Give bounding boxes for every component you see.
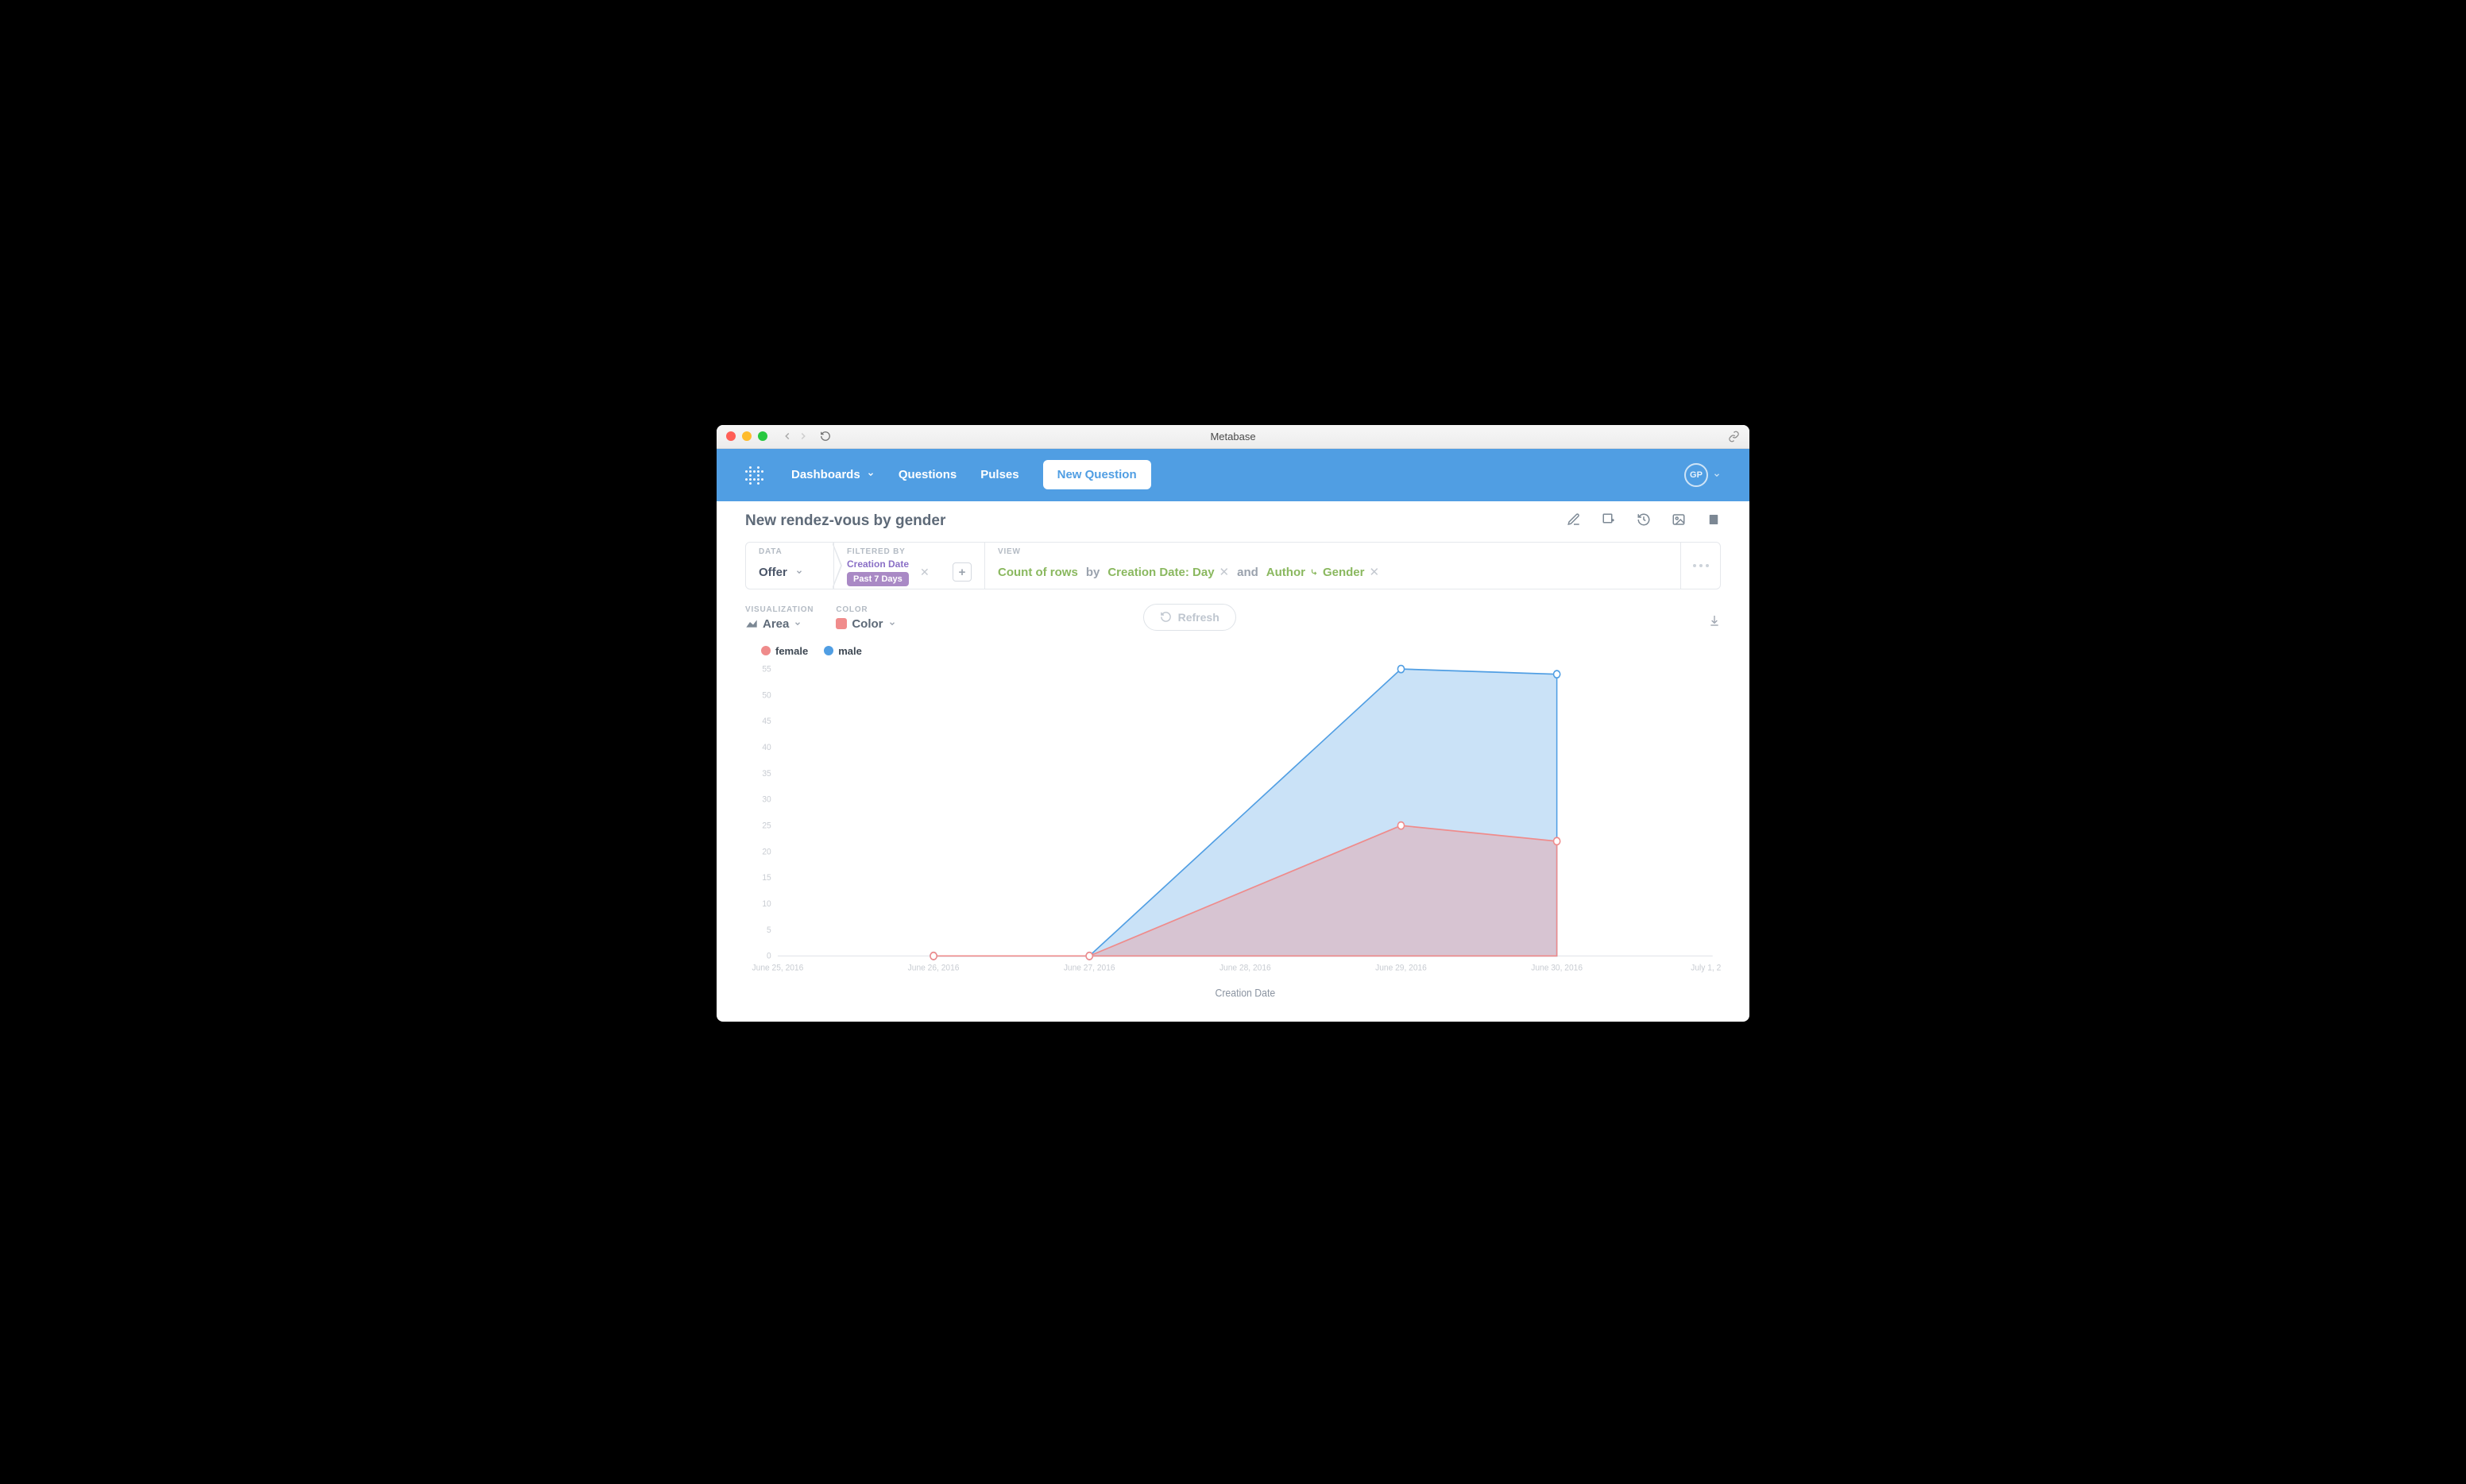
- svg-text:40: 40: [762, 742, 771, 752]
- close-window-icon[interactable]: [726, 431, 736, 441]
- breakout-1-pill[interactable]: Creation Date: Day ✕: [1107, 565, 1229, 579]
- history-icon[interactable]: [1637, 512, 1651, 531]
- svg-text:June 26, 2016: June 26, 2016: [908, 963, 960, 973]
- edit-icon[interactable]: [1567, 512, 1581, 531]
- page-title: New rendez-vous by gender: [745, 512, 945, 530]
- remove-filter-icon[interactable]: ✕: [920, 566, 930, 579]
- query-editor: DATA Offer FILTERED BY Creation Date Pas…: [745, 542, 1721, 589]
- legend-item-male[interactable]: male: [824, 645, 862, 657]
- view-label: VIEW: [998, 547, 1668, 556]
- data-label: DATA: [759, 547, 821, 556]
- remove-breakout-icon[interactable]: ✕: [1219, 565, 1230, 579]
- refresh-icon: [1160, 611, 1172, 623]
- color-value: Color: [852, 617, 883, 631]
- visualization-picker[interactable]: VISUALIZATION Area: [745, 605, 814, 631]
- filter-field-name: Creation Date: [847, 558, 909, 570]
- query-more-menu[interactable]: [1680, 543, 1720, 589]
- visualization-value: Area: [763, 617, 789, 631]
- area-chart-icon: [745, 619, 758, 628]
- data-reference-icon[interactable]: [1706, 512, 1721, 531]
- nav-pulses[interactable]: Pulses: [980, 468, 1018, 481]
- svg-text:20: 20: [762, 846, 771, 856]
- svg-text:June 27, 2016: June 27, 2016: [1064, 963, 1115, 973]
- aggregation-pill[interactable]: Count of rows: [998, 566, 1078, 579]
- chevron-down-icon: [795, 568, 803, 576]
- browser-reload-icon[interactable]: [820, 431, 831, 442]
- svg-text:10: 10: [762, 899, 771, 909]
- chart-plot: 0 5 10 15 20 25 30 35 40 45 50 55 June 25, 2016 June …: [745, 662, 1721, 1006]
- image-icon[interactable]: [1672, 512, 1686, 531]
- svg-text:50: 50: [762, 690, 771, 700]
- legend-item-female[interactable]: female: [761, 645, 808, 657]
- add-to-dashboard-icon[interactable]: [1602, 512, 1616, 531]
- mac-titlebar: Metabase: [717, 425, 1749, 449]
- avatar: GP: [1684, 463, 1708, 487]
- svg-text:55: 55: [762, 664, 771, 674]
- svg-text:July 1, 2016: July 1, 2016: [1691, 963, 1721, 973]
- svg-text:15: 15: [762, 872, 771, 883]
- browser-forward-icon[interactable]: [798, 431, 809, 442]
- and-word: and: [1237, 566, 1258, 579]
- color-swatch-icon: [836, 618, 847, 629]
- breakout-2-pill[interactable]: Author Gender ✕: [1266, 565, 1379, 579]
- svg-text:June 28, 2016: June 28, 2016: [1219, 963, 1271, 973]
- nav-dashboards[interactable]: Dashboards: [791, 468, 875, 481]
- filter-section: FILTERED BY Creation Date Past 7 Days ✕ …: [833, 543, 984, 589]
- remove-breakout-icon[interactable]: ✕: [1369, 565, 1379, 579]
- by-word: by: [1086, 566, 1100, 579]
- nav-questions[interactable]: Questions: [899, 468, 957, 481]
- window-controls[interactable]: [726, 431, 767, 441]
- svg-text:June 29, 2016: June 29, 2016: [1375, 963, 1427, 973]
- breakout-join-icon: [1310, 568, 1318, 576]
- svg-text:30: 30: [762, 794, 771, 805]
- svg-text:0: 0: [767, 951, 771, 961]
- svg-text:25: 25: [762, 821, 771, 831]
- chart: female male 0 5 10 15 20 25 30 35 40 45 50 55 June 2…: [717, 631, 1749, 1022]
- filter-pill[interactable]: Creation Date Past 7 Days: [847, 558, 909, 586]
- browser-back-icon[interactable]: [782, 431, 793, 442]
- minimize-window-icon[interactable]: [742, 431, 752, 441]
- app-navbar: Dashboards Questions Pulses New Question…: [717, 449, 1749, 501]
- app-window: Metabase Dashboards Questions Pulses: [717, 425, 1749, 1022]
- view-section: VIEW Count of rows by Creation Date: Day…: [984, 543, 1680, 589]
- new-question-button[interactable]: New Question: [1043, 460, 1151, 489]
- chevron-down-icon: [867, 470, 875, 478]
- download-icon[interactable]: [1708, 614, 1721, 631]
- share-link-icon[interactable]: [1728, 431, 1740, 442]
- chevron-down-icon: [1713, 471, 1721, 479]
- metabase-logo-icon[interactable]: [745, 466, 763, 484]
- maximize-window-icon[interactable]: [758, 431, 767, 441]
- refresh-button[interactable]: Refresh: [1143, 604, 1236, 631]
- svg-text:45: 45: [762, 716, 771, 726]
- svg-text:5: 5: [767, 925, 771, 935]
- add-filter-button[interactable]: +: [953, 562, 972, 582]
- svg-text:June 30, 2016: June 30, 2016: [1531, 963, 1583, 973]
- window-title: Metabase: [717, 431, 1749, 442]
- chart-legend: female male: [745, 640, 1721, 662]
- user-menu[interactable]: GP: [1684, 463, 1721, 487]
- filtered-by-label: FILTERED BY: [847, 547, 972, 556]
- nav-dashboards-label: Dashboards: [791, 468, 860, 481]
- data-source-name: Offer: [759, 566, 787, 579]
- chevron-down-icon: [794, 620, 802, 628]
- refresh-label: Refresh: [1178, 611, 1219, 624]
- svg-text:June 25, 2016: June 25, 2016: [752, 963, 804, 973]
- legend-swatch-icon: [761, 646, 771, 655]
- svg-text:Creation Date: Creation Date: [1215, 986, 1275, 999]
- legend-swatch-icon: [824, 646, 833, 655]
- data-source-picker[interactable]: DATA Offer: [746, 543, 833, 589]
- filter-value-badge: Past 7 Days: [847, 572, 909, 586]
- chevron-down-icon: [888, 620, 896, 628]
- svg-text:35: 35: [762, 768, 771, 779]
- color-picker[interactable]: COLOR Color: [836, 605, 895, 631]
